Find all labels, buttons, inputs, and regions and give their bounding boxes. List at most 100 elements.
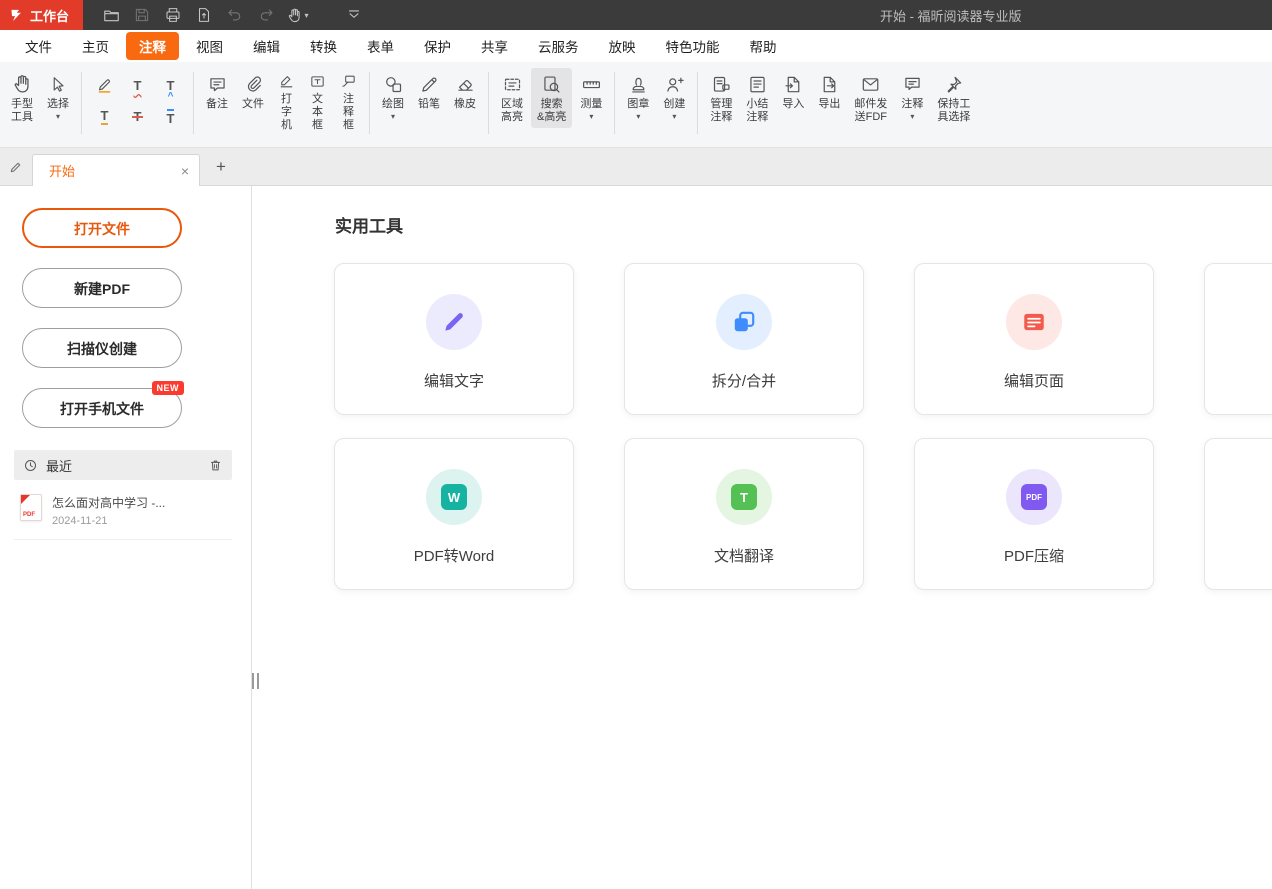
export-comments-button[interactable]: 导出 (812, 68, 846, 115)
tool-card-split-merge[interactable]: 拆分/合并 (624, 263, 864, 415)
tool-card-grid: 编辑文字 拆分/合并 编辑页面 W PDF转Word (334, 263, 1272, 590)
measure-button[interactable]: 测量 ▾ (574, 68, 608, 125)
textbox-button[interactable]: 文本框 (303, 68, 332, 136)
insert-text-tool-button[interactable]: T (155, 71, 186, 100)
clear-recent-icon[interactable] (208, 458, 223, 473)
menu-file[interactable]: 文件 (12, 32, 65, 60)
hand-tool-button[interactable]: 手型工具 (5, 68, 39, 128)
tool-card-pdf-to-word[interactable]: W PDF转Word (334, 438, 574, 590)
print-icon[interactable] (159, 2, 187, 28)
open-file-button[interactable]: 打开文件 (22, 208, 182, 248)
underline-tool-button[interactable]: T (89, 102, 120, 131)
menu-slideshow[interactable]: 放映 (596, 32, 649, 60)
create-button[interactable]: 创建 ▾ (657, 68, 691, 125)
sidebar-splitter-handle[interactable] (252, 673, 259, 689)
callout-button[interactable]: 注释框 (334, 68, 363, 136)
pencil-tool-button[interactable]: 铅笔 (412, 68, 446, 115)
tab-close-icon[interactable]: × (181, 164, 189, 178)
eraser-tool-button[interactable]: 橡皮 (448, 68, 482, 115)
ribbon-separator (697, 72, 698, 134)
callout-icon (340, 72, 357, 91)
main-panel: 实用工具 编辑文字 拆分/合并 编辑页面 (252, 186, 1272, 889)
menu-form[interactable]: 表单 (354, 32, 407, 60)
manage-comments-button[interactable]: 管理注释 (704, 68, 738, 128)
dropdown-caret-icon: ▾ (589, 112, 593, 121)
dropdown-caret-icon: ▾ (305, 11, 309, 20)
recent-file-item[interactable]: PDF 怎么面对高中学习 -... 2024-11-21 (14, 492, 232, 540)
annotate-pencil-icon[interactable] (4, 152, 28, 182)
stamp-icon (628, 72, 649, 96)
hand-mode-icon[interactable]: ▾ (283, 2, 311, 28)
highlight-tool-button[interactable] (89, 71, 120, 100)
pencil-icon (419, 72, 440, 96)
import-icon (783, 72, 804, 96)
tab-start[interactable]: 开始 × (32, 154, 200, 186)
menu-convert[interactable]: 转换 (297, 32, 350, 60)
menu-features[interactable]: 特色功能 (653, 32, 733, 60)
menu-share[interactable]: 共享 (468, 32, 521, 60)
comments-panel-button[interactable]: 注释 ▾ (895, 68, 929, 125)
create-person-icon (664, 72, 685, 96)
workbench-button[interactable]: 工作台 (0, 0, 83, 30)
menu-protect[interactable]: 保护 (411, 32, 464, 60)
export-document-icon[interactable] (190, 2, 218, 28)
ribbon-separator (488, 72, 489, 134)
drawing-button[interactable]: 绘图 ▾ (376, 68, 410, 125)
strikeout-tool-button[interactable]: T (122, 102, 153, 131)
tool-card-label: PDF压缩 (1004, 545, 1064, 566)
keep-tool-selected-button[interactable]: 保持工具选择 (931, 68, 976, 128)
ribbon-separator (81, 72, 82, 134)
stamp-button[interactable]: 图章 ▾ (621, 68, 655, 125)
paperclip-icon (243, 72, 264, 96)
redo-icon[interactable] (252, 2, 280, 28)
new-tab-button[interactable]: + (208, 154, 234, 180)
tool-card-label: 拆分/合并 (712, 370, 776, 391)
quick-access-toolbar: ▾ (97, 2, 368, 28)
split-merge-icon (716, 294, 772, 350)
note-button[interactable]: 备注 (200, 68, 234, 115)
undo-icon[interactable] (221, 2, 249, 28)
menu-home[interactable]: 主页 (69, 32, 122, 60)
dropdown-caret-icon: ▾ (672, 112, 676, 121)
ribbon: 手型工具 选择 ▾ T T T T T 备注 文件 打字机 (0, 62, 1272, 148)
pdf-file-icon: PDF (20, 494, 42, 521)
scanner-create-button[interactable]: 扫描仪创建 (22, 328, 182, 368)
tool-card-partial[interactable] (1204, 263, 1272, 415)
area-highlight-button[interactable]: 区域高亮 (495, 68, 529, 128)
document-tabbar: 开始 × + (0, 148, 1272, 186)
tool-card-label: PDF转Word (414, 545, 495, 566)
typewriter-button[interactable]: 打字机 (272, 68, 301, 136)
import-comments-button[interactable]: 导入 (776, 68, 810, 115)
menu-cloud[interactable]: 云服务 (525, 32, 592, 60)
open-folder-icon[interactable] (97, 2, 125, 28)
replace-text-tool-button[interactable]: T (155, 102, 186, 131)
menu-help[interactable]: 帮助 (737, 32, 790, 60)
squiggly-underline-tool-button[interactable]: T (122, 71, 153, 100)
search-highlight-button[interactable]: 搜索&高亮 (531, 68, 572, 128)
recent-file-date: 2024-11-21 (52, 515, 165, 527)
mail-fdf-button[interactable]: 邮件发送FDF (848, 68, 893, 128)
menu-edit[interactable]: 编辑 (240, 32, 293, 60)
tool-card-doc-translate[interactable]: T 文档翻译 (624, 438, 864, 590)
textbox-icon (309, 72, 326, 91)
summarize-comments-button[interactable]: 小结注释 (740, 68, 774, 128)
save-icon[interactable] (128, 2, 156, 28)
tool-card-partial[interactable] (1204, 438, 1272, 590)
sidebar: 打开文件 新建PDF 扫描仪创建 打开手机文件 NEW 最近 PDF 怎么面对高… (0, 186, 252, 889)
attach-file-button[interactable]: 文件 (236, 68, 270, 115)
comment-bubble-icon (902, 72, 923, 96)
tool-card-edit-pages[interactable]: 编辑页面 (914, 263, 1154, 415)
dropdown-caret-icon: ▾ (391, 112, 395, 121)
menu-view[interactable]: 视图 (183, 32, 236, 60)
tool-card-pdf-compress[interactable]: PDF PDF压缩 (914, 438, 1154, 590)
collapse-ribbon-icon[interactable] (340, 2, 368, 28)
menubar: 文件 主页 注释 视图 编辑 转换 表单 保护 共享 云服务 放映 特色功能 帮… (0, 30, 1272, 62)
hand-icon (11, 72, 33, 96)
tool-card-edit-text[interactable]: 编辑文字 (334, 263, 574, 415)
new-pdf-button[interactable]: 新建PDF (22, 268, 182, 308)
tool-card-label: 编辑文字 (424, 370, 484, 391)
tool-card-label: 编辑页面 (1004, 370, 1064, 391)
menu-comment[interactable]: 注释 (126, 32, 179, 60)
select-tool-button[interactable]: 选择 ▾ (41, 68, 75, 125)
typewriter-icon (278, 72, 295, 91)
